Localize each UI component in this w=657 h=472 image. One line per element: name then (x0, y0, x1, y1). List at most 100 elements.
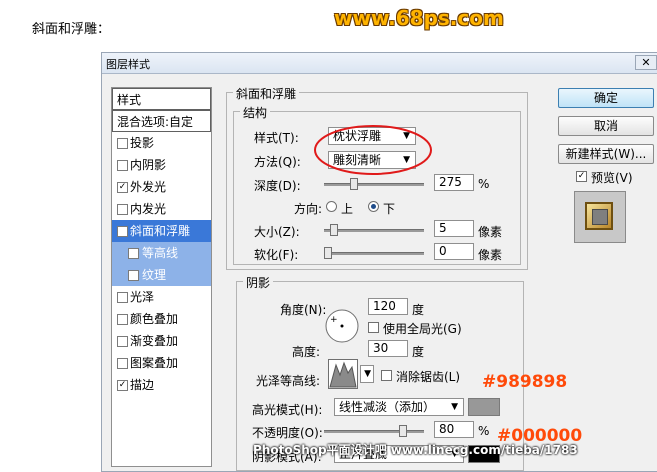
highlight-opacity-input[interactable]: 80 (434, 421, 474, 438)
antialias-label: 消除锯齿(L) (396, 370, 461, 384)
depth-slider-thumb[interactable] (349, 178, 358, 190)
preview-label: 预览(V) (591, 171, 633, 185)
styles-list-item-label: 等高线 (142, 246, 179, 260)
preview-checkbox[interactable]: ✓ (576, 171, 587, 182)
red-circle-annotation (314, 125, 432, 175)
styles-list-item[interactable]: ✓ 等高线 (112, 242, 211, 264)
new-style-button[interactable]: 新建样式(W)... (558, 144, 654, 164)
size-unit: 像素 (478, 225, 503, 239)
style-checkbox[interactable] (117, 292, 128, 303)
style-checkbox[interactable] (117, 160, 128, 171)
styles-list-item[interactable]: ✓ 外发光 (112, 176, 211, 198)
styles-list-item-label: 样式 (117, 93, 142, 107)
styles-list-item[interactable]: 图案叠加 (112, 352, 211, 374)
depth-slider[interactable] (324, 178, 424, 190)
styles-list-item-label: 内发光 (130, 202, 167, 216)
gloss-contour-preview[interactable] (328, 359, 358, 389)
styles-list-item-label: 外发光 (130, 180, 167, 194)
site-watermark: www.68ps.com (334, 6, 504, 30)
highlight-opacity-label: 不透明度(O): (252, 426, 323, 440)
size-slider[interactable] (324, 224, 424, 236)
styles-list-item[interactable]: 纹理 (112, 264, 211, 286)
style-checkbox[interactable] (117, 138, 128, 149)
structure-title: 结构 (240, 104, 271, 121)
styles-list-item[interactable]: 颜色叠加 (112, 308, 211, 330)
style-checkbox[interactable]: ✓ (117, 380, 128, 391)
styles-list-item-label: 混合选项:自定 (117, 115, 194, 129)
style-checkbox[interactable] (117, 314, 128, 325)
ok-button[interactable]: 确定 (558, 88, 654, 108)
gloss-contour-label: 光泽等高线: (256, 374, 321, 388)
style-checkbox[interactable] (128, 270, 139, 281)
angle-input[interactable]: 120 (368, 298, 408, 315)
size-slider-thumb[interactable] (330, 224, 338, 236)
highlight-opacity-thumb[interactable] (399, 425, 408, 437)
styles-list: 样式 混合选项:自定 投影 内阴影 ✓ 外发光 内发光 ✓ 斜面和浮雕 ✓ 等高线 纹理 光泽 颜色叠加渐… (111, 87, 212, 467)
styles-list-item[interactable]: 投影 (112, 132, 211, 154)
preview-bevel-square (585, 202, 613, 230)
soften-unit: 像素 (478, 248, 503, 262)
style-label: 样式(T): (254, 131, 299, 145)
global-light-label: 使用全局光(G) (383, 322, 462, 336)
angle-dial[interactable]: + (324, 308, 360, 344)
style-checkbox[interactable] (117, 204, 128, 215)
styles-list-item-label: 内阴影 (130, 158, 167, 172)
depth-input[interactable]: 275 (434, 174, 474, 191)
close-icon[interactable]: ✕ (635, 55, 657, 70)
direction-up-label: 上 (341, 202, 354, 216)
styles-list-item[interactable]: ✓ 描边 (112, 374, 211, 396)
direction-label: 方向: (294, 202, 323, 216)
highlight-color-annotation: #989898 (482, 372, 568, 392)
highlight-mode-label: 高光模式(H): (252, 403, 323, 417)
styles-list-item[interactable]: 混合选项:自定 (112, 110, 211, 132)
depth-label: 深度(D): (254, 179, 301, 193)
cancel-button[interactable]: 取消 (558, 116, 654, 136)
shading-title: 阴影 (243, 274, 274, 291)
footer-watermark: PhotoShop平面设计吧 www.linecg.com/tieba/1783 (253, 443, 578, 457)
styles-list-item-label: 渐变叠加 (130, 334, 179, 348)
style-checkbox[interactable]: ✓ (117, 226, 128, 237)
size-label: 大小(Z): (254, 225, 300, 239)
global-light-checkbox[interactable] (368, 322, 379, 333)
styles-list-item[interactable]: 样式 (112, 88, 211, 110)
highlight-opacity-slider[interactable] (324, 425, 424, 437)
dialog-titlebar: 图层样式 ✕ (102, 53, 657, 74)
page-heading: 斜面和浮雕： (32, 22, 111, 37)
styles-list-item[interactable]: 内阴影 (112, 154, 211, 176)
styles-list-item[interactable]: ✓ 斜面和浮雕 (112, 220, 211, 242)
highlight-opacity-unit: % (478, 424, 490, 438)
direction-down-radio[interactable] (368, 201, 379, 212)
depth-unit: % (478, 177, 490, 191)
svg-text:+: + (330, 315, 338, 325)
gloss-contour-dropdown[interactable]: ▼ (360, 365, 374, 383)
chevron-down-icon: ▼ (364, 369, 371, 379)
direction-up-radio[interactable] (326, 201, 337, 212)
style-checkbox[interactable] (117, 358, 128, 369)
chevron-down-icon: ▼ (451, 402, 458, 412)
altitude-input[interactable]: 30 (368, 340, 408, 357)
styles-list-item-label: 图案叠加 (130, 356, 179, 370)
highlight-color-swatch[interactable] (468, 398, 500, 416)
styles-list-item-label: 颜色叠加 (130, 312, 179, 326)
angle-label: 角度(N): (280, 303, 327, 317)
soften-input[interactable]: 0 (434, 243, 474, 260)
size-input[interactable]: 5 (434, 220, 474, 237)
altitude-unit: 度 (412, 345, 425, 359)
style-checkbox[interactable]: ✓ (117, 182, 128, 193)
layer-style-dialog: 图层样式 ✕ 样式 混合选项:自定 投影 内阴影 ✓ 外发光 内发光 ✓ 斜面和浮雕 ✓ 等高线 纹理… (101, 52, 657, 472)
styles-list-item[interactable]: 内发光 (112, 198, 211, 220)
antialias-checkbox[interactable] (381, 370, 392, 381)
highlight-mode-value: 线性减淡（添加） (339, 400, 436, 414)
styles-list-item[interactable]: 光泽 (112, 286, 211, 308)
technique-label: 方法(Q): (254, 155, 301, 169)
highlight-mode-select[interactable]: 线性减淡（添加） ▼ (334, 398, 464, 416)
bevel-group-title: 斜面和浮雕 (233, 85, 300, 102)
styles-list-item-label: 光泽 (130, 290, 155, 304)
styles-list-item[interactable]: 渐变叠加 (112, 330, 211, 352)
soften-slider[interactable] (324, 247, 424, 259)
angle-unit: 度 (412, 303, 425, 317)
style-checkbox[interactable]: ✓ (128, 248, 139, 259)
style-checkbox[interactable] (117, 336, 128, 347)
styles-list-item-label: 斜面和浮雕 (130, 224, 191, 238)
soften-slider-thumb[interactable] (324, 247, 332, 259)
